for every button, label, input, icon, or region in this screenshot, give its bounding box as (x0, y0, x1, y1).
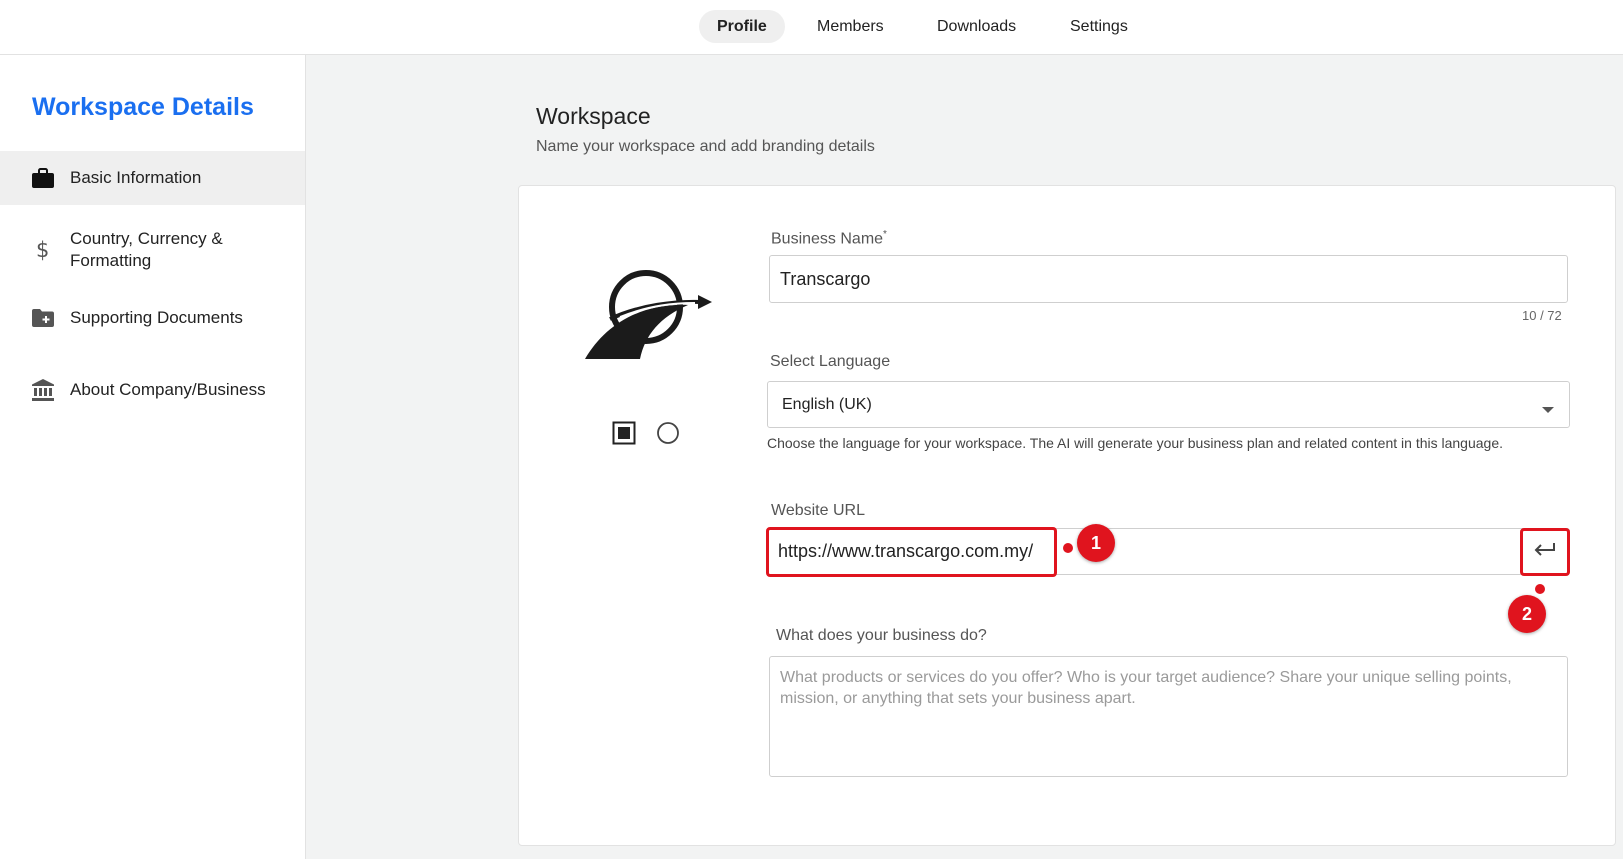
business-name-value: Transcargo (780, 268, 871, 289)
sidebar-item-label: About Company/Business (70, 380, 266, 399)
svg-text:$: $ (36, 238, 49, 262)
sidebar-item-label: Basic Information (70, 168, 202, 187)
language-value: English (UK) (782, 395, 872, 413)
submit-highlight-box (1520, 528, 1570, 576)
company-logo[interactable] (580, 265, 715, 365)
sidebar-title: Workspace Details (32, 93, 254, 121)
briefcase-icon (30, 165, 56, 191)
sidebar-item-about-company[interactable]: About Company/Business (0, 367, 305, 413)
website-url-label: Website URL (771, 502, 865, 519)
sidebar-item-label: Country, Currency & Formatting (70, 229, 223, 270)
business-name-input[interactable]: Transcargo (769, 255, 1568, 303)
chevron-down-icon (1541, 401, 1555, 419)
language-label: Select Language (770, 353, 891, 370)
business-name-label: Business Name* (771, 229, 887, 248)
language-helper-text: Choose the language for your workspace. … (767, 435, 1503, 451)
sidebar-item-basic-information[interactable]: Basic Information (0, 151, 305, 205)
bank-icon (30, 377, 56, 403)
sidebar-item-supporting-documents[interactable]: Supporting Documents (0, 295, 305, 341)
business-description-textarea[interactable]: What products or services do you offer? … (769, 656, 1568, 777)
annotation-pointer-1 (1063, 543, 1073, 553)
annotation-badge-2: 2 (1508, 595, 1546, 633)
url-highlight-box (766, 527, 1057, 577)
annotation-badge-1: 1 (1077, 524, 1115, 562)
character-counter: 10 / 72 (1522, 308, 1562, 323)
annotation-pointer-2 (1535, 584, 1545, 594)
tab-members[interactable]: Members (799, 10, 902, 43)
tab-settings[interactable]: Settings (1052, 10, 1146, 43)
language-select[interactable]: English (UK) (767, 381, 1570, 428)
dollar-icon: $ (30, 237, 56, 263)
sidebar: Workspace Details Basic Information $ Co… (0, 55, 306, 859)
sidebar-item-country-currency[interactable]: $ Country, Currency & Formatting (0, 217, 305, 283)
page-title: Workspace (536, 103, 651, 129)
logo-square-option[interactable] (612, 421, 636, 445)
tab-profile[interactable]: Profile (699, 10, 785, 43)
business-description-label: What does your business do? (776, 627, 987, 644)
page-subtitle: Name your workspace and add branding det… (536, 138, 875, 155)
folder-plus-icon (30, 305, 56, 331)
top-navigation: Profile Members Downloads Settings (0, 0, 1623, 55)
tab-downloads[interactable]: Downloads (919, 10, 1034, 43)
logo-circle-option[interactable] (656, 421, 680, 445)
sidebar-item-label: Supporting Documents (70, 308, 243, 327)
